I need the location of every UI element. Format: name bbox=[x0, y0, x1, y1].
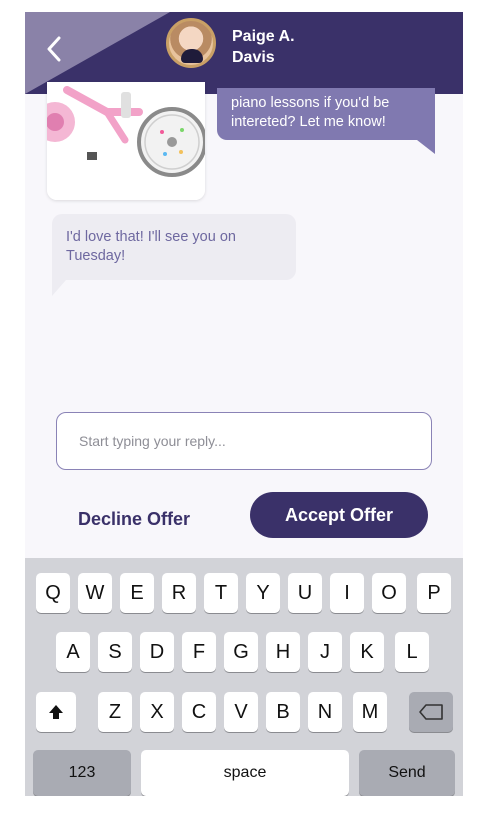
accept-offer-button[interactable]: Accept Offer bbox=[250, 492, 428, 538]
space-key[interactable]: space bbox=[141, 750, 349, 796]
key-m[interactable]: M bbox=[353, 692, 387, 732]
phone-screen: Paige A. Davis piano lessons if you'd be… bbox=[25, 12, 463, 796]
key-r[interactable]: R bbox=[162, 573, 196, 613]
key-f[interactable]: F bbox=[182, 632, 216, 672]
key-i[interactable]: I bbox=[330, 573, 364, 613]
key-z[interactable]: Z bbox=[98, 692, 132, 732]
outgoing-line-1: piano lessons if you'd be bbox=[231, 95, 390, 111]
reply-field[interactable] bbox=[56, 412, 432, 470]
incoming-message: I'd love that! I'll see you on Tuesday! bbox=[52, 214, 296, 280]
outgoing-message: piano lessons if you'd be intereted? Let… bbox=[217, 88, 435, 140]
bicycle-image bbox=[47, 82, 205, 200]
contact-first-name: Paige A. bbox=[232, 28, 295, 45]
key-o[interactable]: O bbox=[372, 573, 406, 613]
key-c[interactable]: C bbox=[182, 692, 216, 732]
send-key[interactable]: Send bbox=[359, 750, 455, 796]
key-a[interactable]: A bbox=[56, 632, 90, 672]
back-icon[interactable] bbox=[39, 32, 69, 66]
key-t[interactable]: T bbox=[204, 573, 238, 613]
incoming-line-1: I'd love that! I'll see you on bbox=[66, 229, 236, 245]
key-w[interactable]: W bbox=[78, 573, 112, 613]
shift-icon[interactable] bbox=[36, 692, 76, 732]
decline-offer-button[interactable]: Decline Offer bbox=[71, 502, 221, 536]
key-x[interactable]: X bbox=[140, 692, 174, 732]
key-j[interactable]: J bbox=[308, 632, 342, 672]
outgoing-line-2: intereted? Let me know! bbox=[231, 114, 386, 130]
contact-last-name: Davis bbox=[232, 49, 275, 66]
keyboard-row-4: 123 space Send bbox=[25, 750, 463, 796]
key-e[interactable]: E bbox=[120, 573, 154, 613]
key-n[interactable]: N bbox=[308, 692, 342, 732]
incoming-bubble-tail bbox=[52, 280, 66, 296]
key-h[interactable]: H bbox=[266, 632, 300, 672]
key-s[interactable]: S bbox=[98, 632, 132, 672]
keyboard-row-2: A S D F G H J K L bbox=[25, 632, 463, 672]
key-q[interactable]: Q bbox=[36, 573, 70, 613]
key-l[interactable]: L bbox=[395, 632, 429, 672]
keyboard-row-1: Q W E R T Y U I O P bbox=[25, 573, 463, 613]
key-k[interactable]: K bbox=[350, 632, 384, 672]
key-p[interactable]: P bbox=[417, 573, 451, 613]
key-d[interactable]: D bbox=[140, 632, 174, 672]
outgoing-bubble-tail bbox=[417, 140, 435, 154]
key-y[interactable]: Y bbox=[246, 573, 280, 613]
key-g[interactable]: G bbox=[224, 632, 258, 672]
avatar[interactable] bbox=[166, 18, 216, 68]
key-v[interactable]: V bbox=[224, 692, 258, 732]
reply-input[interactable] bbox=[77, 432, 431, 450]
numbers-key[interactable]: 123 bbox=[33, 750, 131, 796]
incoming-line-2: Tuesday! bbox=[66, 248, 126, 264]
keyboard-row-3: Z X C V B N M bbox=[25, 692, 463, 732]
key-b[interactable]: B bbox=[266, 692, 300, 732]
key-u[interactable]: U bbox=[288, 573, 322, 613]
product-image-card[interactable] bbox=[47, 82, 205, 200]
keyboard: Q W E R T Y U I O P A S D F G H J K L Z bbox=[25, 558, 463, 796]
backspace-icon[interactable] bbox=[409, 692, 453, 732]
contact-name: Paige A. Davis bbox=[232, 26, 295, 68]
